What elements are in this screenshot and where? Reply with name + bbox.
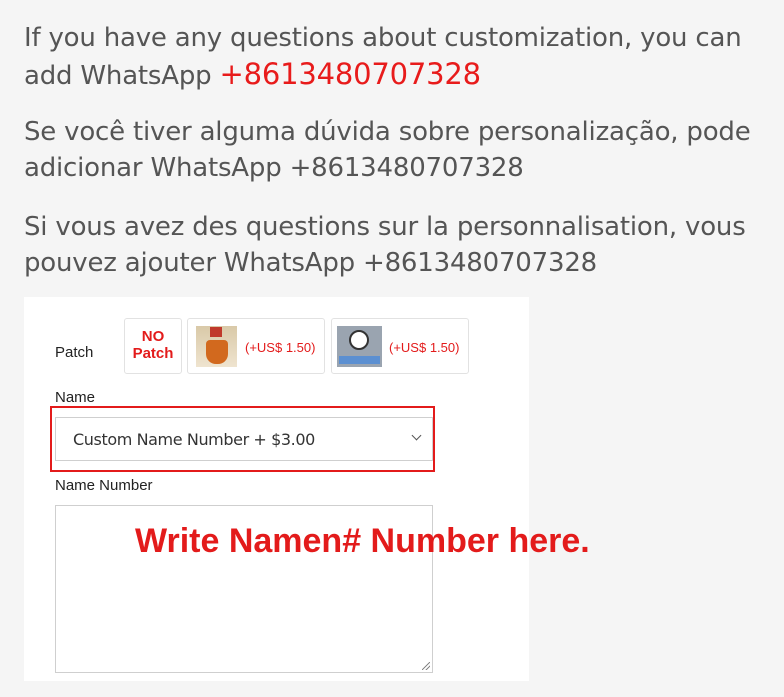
whatsapp-note-english: If you have any questions about customiz…: [24, 20, 764, 94]
resize-handle-icon[interactable]: [422, 662, 430, 670]
champions-ball-patch-icon: [337, 326, 382, 367]
chevron-down-icon: [411, 430, 422, 441]
patch-label: Patch: [55, 344, 94, 361]
whatsapp-phone-number: +8613480707328: [219, 57, 482, 91]
patch-price: (+US$ 1.50): [389, 340, 460, 355]
instruction-overlay: Write Namen# Number here.: [135, 522, 590, 560]
name-select-value: Custom Name Number + $3.00: [73, 430, 315, 449]
league-patch-icon: [196, 326, 237, 367]
name-number-label: Name Number: [55, 477, 153, 494]
name-label: Name: [55, 389, 96, 406]
patch-option-league[interactable]: (+US$ 1.50): [187, 318, 325, 374]
patch-option-champions[interactable]: (+US$ 1.50): [331, 318, 469, 374]
whatsapp-note-french: Si vous avez des questions sur la person…: [24, 212, 746, 278]
no-patch-line1: NO: [141, 328, 165, 345]
patch-option-none[interactable]: NO Patch: [124, 318, 182, 374]
name-select[interactable]: Custom Name Number + $3.00: [55, 417, 433, 461]
customization-form: Patch NO Patch (+US$ 1.50) (+US$ 1.50) N…: [24, 297, 529, 681]
no-patch-icon: NO Patch: [125, 328, 181, 362]
whatsapp-note-portuguese: Se você tiver alguma dúvida sobre person…: [24, 117, 751, 183]
no-patch-line2: Patch: [132, 345, 174, 362]
patch-price: (+US$ 1.50): [245, 340, 316, 355]
